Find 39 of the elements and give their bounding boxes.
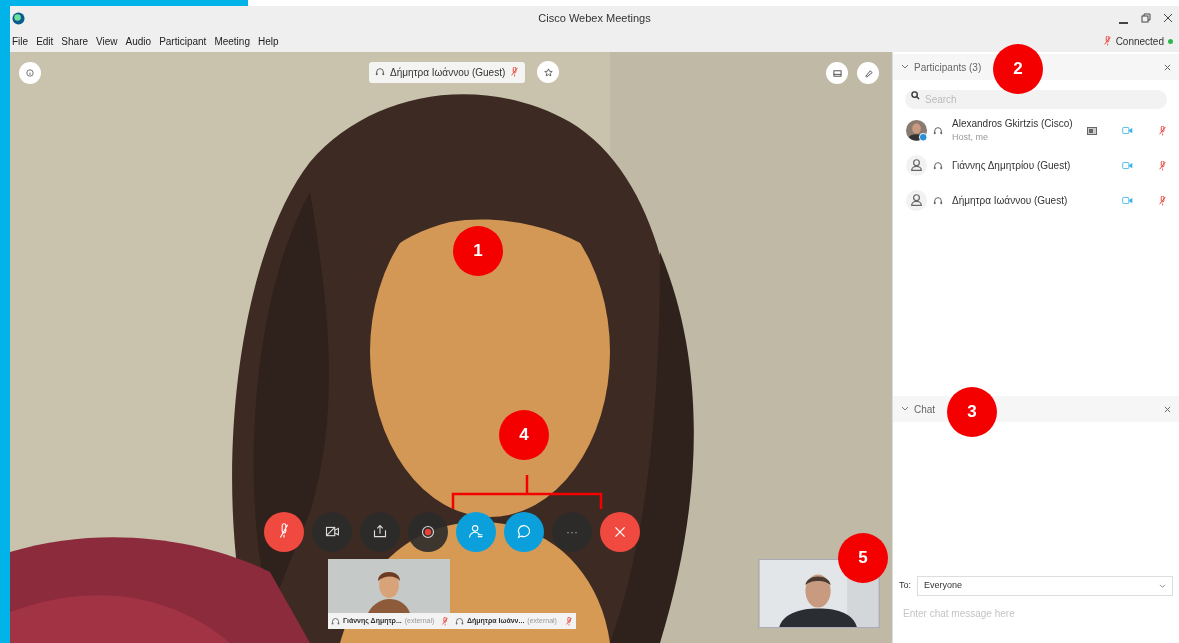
avatar xyxy=(905,119,928,142)
menu-item[interactable]: File xyxy=(12,33,29,49)
menu-item[interactable]: Edit xyxy=(36,33,54,49)
menu-item[interactable]: Meeting xyxy=(214,33,250,49)
panel-title: Chat xyxy=(914,402,936,417)
participant-row[interactable]: Γιάννης Δημητρίου (Guest) xyxy=(893,148,1179,183)
participant-name: Γιάννης Δημητρίου (Guest) xyxy=(952,159,1071,173)
close-button[interactable] xyxy=(1163,12,1175,24)
menu-item[interactable]: Share xyxy=(61,33,89,49)
menu-item[interactable]: Audio xyxy=(125,33,152,49)
menu-item[interactable]: View xyxy=(96,33,118,49)
close-icon[interactable] xyxy=(1164,63,1171,71)
headset-icon xyxy=(933,160,943,171)
caret-icon xyxy=(1159,583,1166,589)
search-icon xyxy=(911,91,920,100)
camera-icon xyxy=(1122,162,1133,169)
participant-row[interactable]: Alexandros Gkirtzis (Cisco) Host, me xyxy=(893,113,1179,148)
headset-icon xyxy=(933,195,943,206)
participant-name: Alexandros Gkirtzis (Cisco) xyxy=(952,117,1073,132)
person-icon xyxy=(905,154,928,177)
recipient-dropdown[interactable]: Everyone xyxy=(917,576,1173,596)
collapse-icon[interactable] xyxy=(901,406,909,412)
person-icon xyxy=(905,189,928,212)
camera-icon xyxy=(1122,197,1133,204)
participant-name: Δήμητρα Ιωάννου (Guest) xyxy=(952,194,1068,208)
headset-icon xyxy=(933,125,943,136)
camera-icon xyxy=(1122,127,1133,134)
recipient-label: To: xyxy=(899,579,911,593)
window-title: Cisco Webex Meetings xyxy=(538,10,651,26)
menu-item[interactable]: Participant xyxy=(159,33,207,49)
restore-button[interactable] xyxy=(1141,12,1153,24)
close-icon[interactable] xyxy=(1164,405,1171,413)
collapse-icon[interactable] xyxy=(901,64,909,70)
panel-title: Participants (3) xyxy=(914,60,982,75)
app-logo-icon xyxy=(12,11,25,25)
menu-item[interactable]: Help xyxy=(257,33,279,49)
participant-role: Host, me xyxy=(952,131,989,145)
connection-status: Connected xyxy=(1115,34,1164,49)
participant-row[interactable]: Δήμητρα Ιωάννου (Guest) xyxy=(893,183,1179,218)
